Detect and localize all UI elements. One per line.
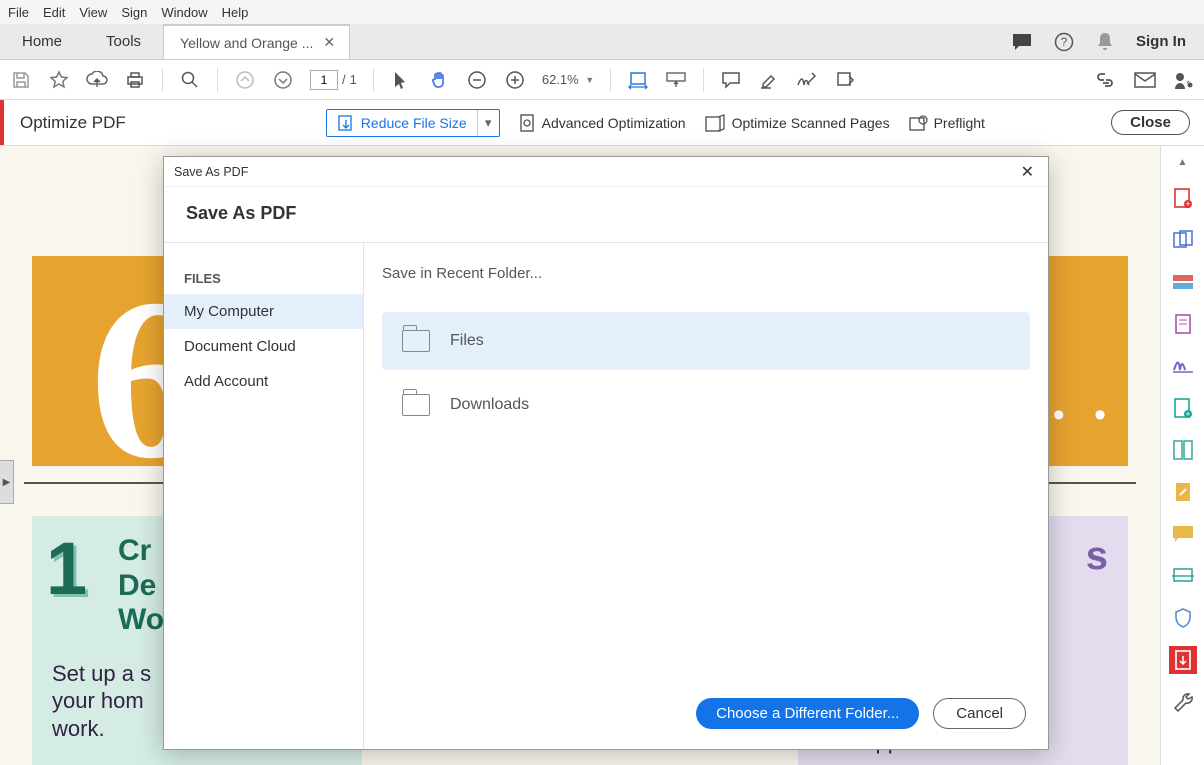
reduce-dropdown-icon[interactable]: ▾	[477, 110, 499, 136]
folder-files[interactable]: Files	[382, 312, 1030, 370]
tab-close-icon[interactable]: ✕	[319, 34, 339, 51]
optimize-pdf-icon[interactable]	[1169, 646, 1197, 674]
reduce-label: Reduce File Size	[361, 115, 467, 131]
create-pdf-icon[interactable]: +	[1169, 184, 1197, 212]
svg-text:+: +	[1185, 199, 1190, 209]
tab-document-label: Yellow and Orange ...	[180, 35, 313, 51]
combine-files-icon[interactable]	[1169, 226, 1197, 254]
page-total: 1	[350, 72, 357, 87]
advanced-label: Advanced Optimization	[542, 115, 686, 131]
highlight-icon[interactable]	[758, 69, 780, 91]
fit-width-icon[interactable]	[627, 69, 649, 91]
comment-panel-icon[interactable]	[1169, 520, 1197, 548]
context-toolbar: Optimize PDF Reduce File Size ▾ Advanced…	[0, 100, 1204, 146]
svg-text:?: ?	[1061, 35, 1068, 49]
organize-pages-icon[interactable]: +	[1169, 394, 1197, 422]
sidebar-add-account[interactable]: Add Account	[164, 364, 363, 399]
menu-edit[interactable]: Edit	[43, 5, 65, 20]
stamp-icon[interactable]	[834, 69, 856, 91]
fit-page-icon[interactable]	[665, 69, 687, 91]
next-page-icon[interactable]	[272, 69, 294, 91]
tab-document[interactable]: Yellow and Orange ... ✕	[163, 24, 350, 59]
folder-icon	[402, 330, 430, 352]
advanced-optimization-button[interactable]: Advanced Optimization	[518, 113, 686, 133]
compare-icon[interactable]	[1169, 436, 1197, 464]
cloud-upload-icon[interactable]	[86, 69, 108, 91]
print-icon[interactable]	[124, 69, 146, 91]
export-pdf-icon[interactable]	[1169, 310, 1197, 338]
tab-home[interactable]: Home	[0, 24, 84, 59]
comment-tool-icon[interactable]	[720, 69, 742, 91]
reduce-file-size-button[interactable]: Reduce File Size ▾	[326, 109, 500, 137]
edit-pdf-icon[interactable]	[1169, 268, 1197, 296]
dialog-prompt: Save in Recent Folder...	[382, 265, 1030, 282]
main-toolbar: / 1 62.1% ▼	[0, 60, 1204, 100]
link-icon[interactable]	[1096, 69, 1118, 91]
cancel-button[interactable]: Cancel	[933, 698, 1026, 729]
folder-icon	[402, 394, 430, 416]
find-icon[interactable]	[179, 69, 201, 91]
bell-icon[interactable]	[1096, 32, 1114, 52]
context-close-button[interactable]: Close	[1111, 110, 1190, 135]
reduce-icon	[337, 114, 355, 132]
hand-icon[interactable]	[428, 69, 450, 91]
help-icon[interactable]: ?	[1054, 32, 1074, 52]
dialog-titlebar-text: Save As PDF	[174, 165, 248, 179]
save-icon[interactable]	[10, 69, 32, 91]
page-input[interactable]	[310, 70, 338, 90]
menu-sign[interactable]: Sign	[121, 5, 147, 20]
sidebar-document-cloud[interactable]: Document Cloud	[164, 329, 363, 364]
advanced-icon	[518, 113, 536, 133]
comment-icon[interactable]	[1012, 33, 1032, 51]
left-panel-handle[interactable]: ▶	[0, 460, 14, 504]
dialog-titlebar: Save As PDF ✕	[164, 157, 1048, 187]
dialog-files-heading: FILES	[164, 263, 363, 294]
optimize-scanned-button[interactable]: Optimize Scanned Pages	[704, 113, 890, 133]
tabs-row: Home Tools Yellow and Orange ... ✕ ? Sig…	[0, 24, 1204, 60]
dialog-close-icon[interactable]: ✕	[1017, 162, 1038, 182]
star-icon[interactable]	[48, 69, 70, 91]
menu-help[interactable]: Help	[222, 5, 249, 20]
scanned-label: Optimize Scanned Pages	[732, 115, 890, 131]
pointer-icon[interactable]	[390, 69, 412, 91]
sidebar-my-computer[interactable]: My Computer	[164, 294, 363, 329]
save-as-pdf-dialog: Save As PDF ✕ Save As PDF FILES My Compu…	[163, 156, 1049, 750]
more-tools-icon[interactable]	[1169, 688, 1197, 716]
share-icon[interactable]	[1172, 69, 1194, 91]
menu-file[interactable]: File	[8, 5, 29, 20]
dialog-main: Save in Recent Folder... Files Downloads…	[364, 243, 1048, 749]
menu-window[interactable]: Window	[161, 5, 207, 20]
preflight-label: Preflight	[934, 115, 985, 131]
svg-text:+: +	[1185, 409, 1190, 419]
scanned-icon	[704, 113, 726, 133]
redact-icon[interactable]	[1169, 478, 1197, 506]
dialog-sidebar: FILES My Computer Document Cloud Add Acc…	[164, 243, 364, 749]
preflight-button[interactable]: Preflight	[908, 114, 985, 132]
mail-icon[interactable]	[1134, 69, 1156, 91]
menu-view[interactable]: View	[79, 5, 107, 20]
scan-icon[interactable]	[1169, 562, 1197, 590]
zoom-in-icon[interactable]	[504, 69, 526, 91]
sign-tool-icon[interactable]	[796, 69, 818, 91]
fill-sign-icon[interactable]	[1169, 352, 1197, 380]
page-indicator: / 1	[310, 70, 357, 90]
menu-bar: File Edit View Sign Window Help	[0, 0, 1204, 24]
choose-folder-button[interactable]: Choose a Different Folder...	[696, 698, 919, 729]
tab-tools[interactable]: Tools	[84, 24, 163, 59]
doc-card1-num: 1	[46, 526, 87, 611]
protect-icon[interactable]	[1169, 604, 1197, 632]
page-sep: /	[342, 72, 346, 87]
folder-files-label: Files	[450, 332, 484, 350]
prev-page-icon[interactable]	[234, 69, 256, 91]
zoom-out-icon[interactable]	[466, 69, 488, 91]
right-tools-panel: ▲ + +	[1160, 146, 1204, 765]
dialog-header: Save As PDF	[164, 187, 1048, 242]
zoom-level[interactable]: 62.1% ▼	[542, 72, 594, 87]
context-title: Optimize PDF	[14, 113, 126, 133]
folder-downloads-label: Downloads	[450, 396, 529, 414]
sign-in-button[interactable]: Sign In	[1136, 33, 1186, 50]
folder-downloads[interactable]: Downloads	[382, 376, 1030, 434]
preflight-icon	[908, 114, 928, 132]
panel-scroll-up-icon[interactable]: ▲	[1175, 154, 1191, 170]
